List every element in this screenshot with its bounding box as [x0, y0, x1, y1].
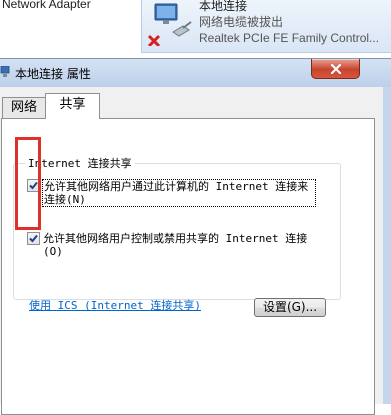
dialog-title: 本地连接 属性	[15, 67, 91, 81]
ics-group-title: Internet 连接共享	[25, 155, 135, 171]
dialog-client-area: 网络 共享 Internet 连接共享 允许其他网络用户通过此计算机的 Inte…	[0, 87, 383, 415]
sharing-tab-panel: Internet 连接共享 允许其他网络用户通过此计算机的 Internet 连…	[1, 118, 375, 415]
local-connection-item[interactable]: 本地连接 网络电缆被拔出 Realtek PCIe FE Family Cont…	[141, 0, 391, 53]
close-button[interactable]	[311, 59, 360, 79]
allow-other-users-connect-label[interactable]: 允许其他网络用户通过此计算机的 Internet 连接来连接(N)	[42, 179, 316, 207]
network-connections-background: Network Adapter 本地连接 网络电缆被拔出 Realtek PCI…	[0, 0, 391, 58]
dialog-frame-edge	[383, 87, 391, 404]
use-ics-link[interactable]: 使用 ICS (Internet 连接共享)	[29, 297, 201, 313]
close-icon	[330, 63, 341, 74]
allow-other-users-control-checkbox[interactable]	[27, 232, 40, 245]
checkmark-icon	[29, 234, 38, 243]
connection-status: 网络电缆被拔出	[199, 15, 284, 29]
network-connection-icon	[0, 66, 10, 77]
connection-name: 本地连接	[199, 0, 248, 13]
allow-other-users-control-label[interactable]: 允许其他网络用户控制或禁用共享的 Internet 连接(O)	[43, 232, 313, 258]
properties-dialog: 本地连接 属性 网络 共享 Internet 连接共享 允许其他网络用户通过此计…	[0, 58, 391, 415]
tab-sharing[interactable]: 共享	[45, 93, 100, 119]
adapter-type-label: Network Adapter	[2, 0, 91, 11]
settings-button[interactable]: 设置(G)...	[254, 298, 326, 317]
dialog-titlebar[interactable]: 本地连接 属性	[0, 59, 391, 87]
checkbox-highlight-annotation	[15, 137, 41, 230]
connection-device: Realtek PCIe FE Family Control...	[199, 31, 380, 45]
network-adapter-icon	[147, 3, 192, 46]
tab-network[interactable]: 网络	[2, 97, 46, 118]
